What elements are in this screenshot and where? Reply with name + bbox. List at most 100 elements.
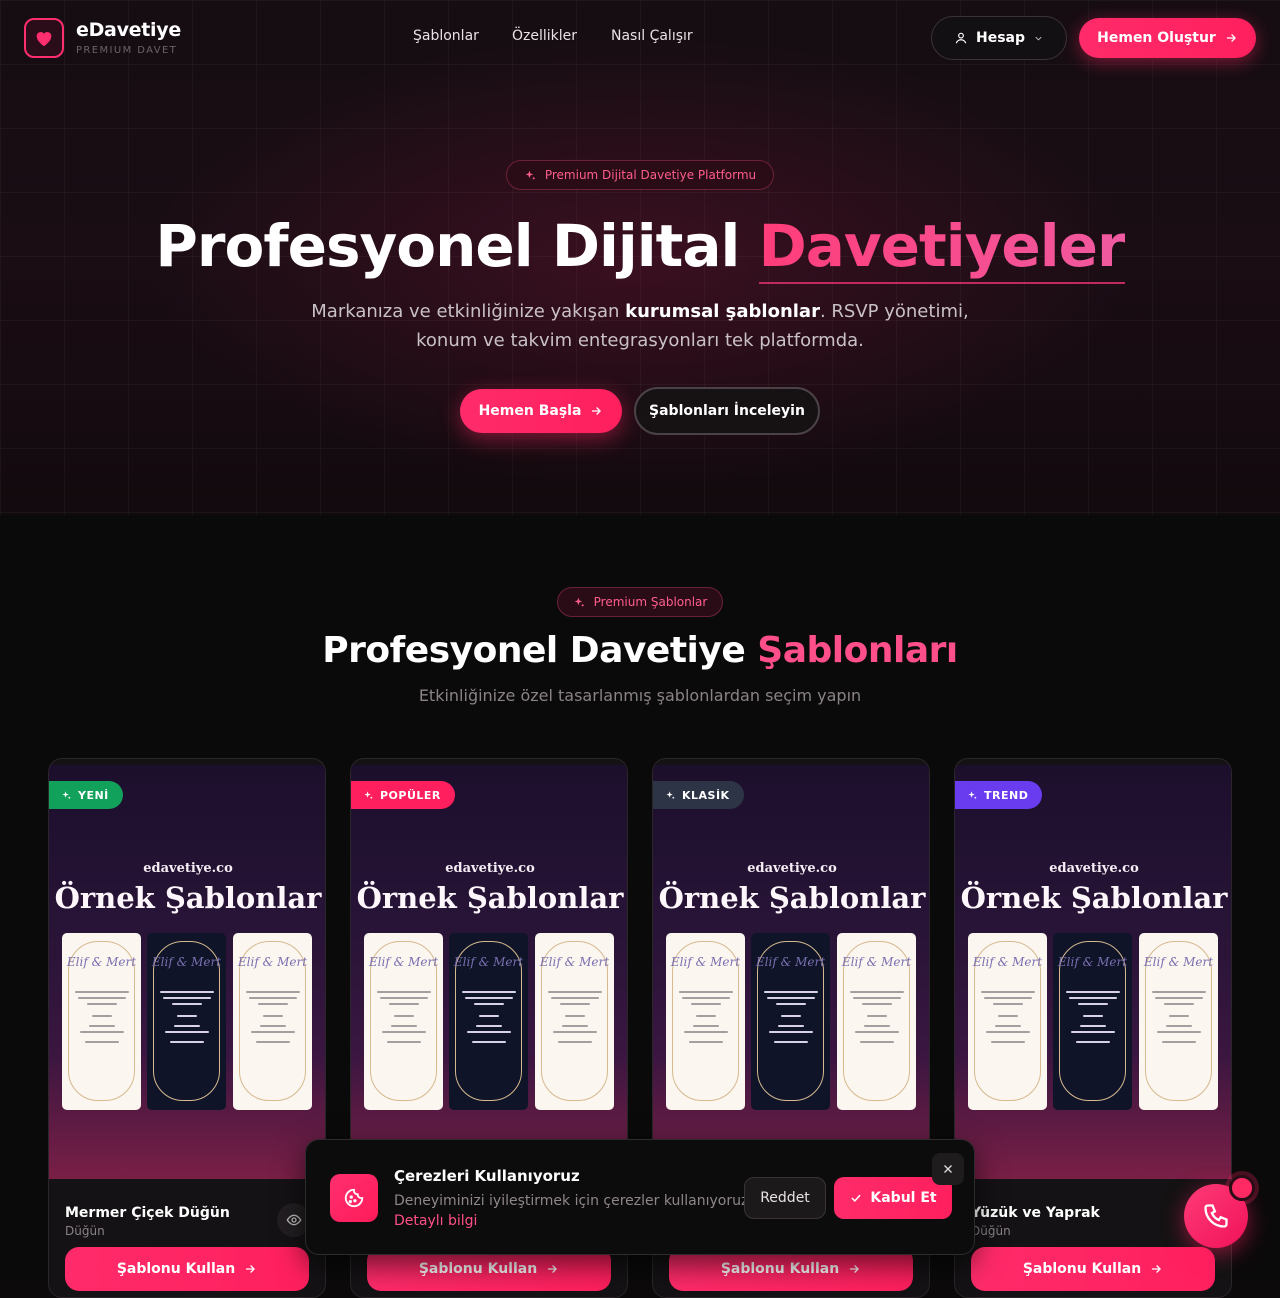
- cookie-icon-box: [330, 1174, 378, 1222]
- close-icon: [944, 1165, 952, 1173]
- sparkles-icon: [574, 597, 585, 607]
- cookie-title: Çerezleri Kullanıyoruz: [394, 1167, 580, 1185]
- mini-couple-names: Elif & Mert: [755, 955, 826, 969]
- notification-dot: [1229, 1175, 1255, 1201]
- mini-text-lines: [374, 987, 433, 1047]
- nav-how-it-works[interactable]: Nasıl Çalışır: [611, 28, 693, 44]
- preview-heading: Örnek Şablonlar: [658, 881, 926, 915]
- mini-couple-names: Elif & Mert: [1057, 955, 1128, 969]
- logo[interactable]: [24, 18, 64, 58]
- eye-icon: [286, 1214, 302, 1226]
- nav-templates[interactable]: Şablonlar: [413, 28, 479, 44]
- mini-invitation-preview: Elif & Mert: [666, 933, 745, 1110]
- template-preview[interactable]: POPÜLER edavetiye.co Örnek Şablonlar Elif &…: [351, 765, 627, 1179]
- use-template-label: Şablonu Kullan: [418, 1261, 538, 1277]
- mini-text-lines: [72, 987, 131, 1047]
- template-badge: YENİ: [49, 781, 123, 809]
- cookie-details-link[interactable]: Detaylı bilgi: [394, 1213, 477, 1229]
- chevron-down-icon: [1035, 36, 1042, 41]
- mini-invitation-preview: Elif & Mert: [1139, 933, 1218, 1110]
- mini-couple-names: Elif & Mert: [670, 955, 741, 969]
- sparkles-icon: [62, 790, 71, 799]
- mini-invitation-preview: Elif & Mert: [62, 933, 141, 1110]
- mini-couple-names: Elif & Mert: [453, 955, 524, 969]
- arrow-right-icon: [246, 1265, 256, 1273]
- mini-text-lines: [847, 987, 906, 1047]
- browse-templates-button[interactable]: Şablonları İnceleyin: [634, 387, 820, 435]
- hero-title: Profesyonel Dijital Davetiyeler: [0, 212, 1280, 284]
- mini-couple-names: Elif & Mert: [1143, 955, 1214, 969]
- mini-couple-names: Elif & Mert: [151, 955, 222, 969]
- templates-pill: Premium Şablonlar: [557, 587, 723, 617]
- arrow-right-icon: [548, 1265, 558, 1273]
- user-icon: [955, 32, 967, 44]
- preview-heading: Örnek Şablonlar: [356, 881, 624, 915]
- mini-text-lines: [243, 987, 302, 1047]
- template-card[interactable]: YENİ edavetiye.co Örnek Şablonlar Elif & Me…: [48, 758, 326, 1298]
- mini-couple-names: Elif & Mert: [841, 955, 912, 969]
- mini-invitation-preview: Elif & Mert: [751, 933, 830, 1110]
- mini-invitation-preview: Elif & Mert: [233, 933, 312, 1110]
- create-now-button[interactable]: Hemen Oluştur: [1079, 18, 1256, 58]
- hero-title-accent: Davetiyeler: [758, 212, 1126, 284]
- use-template-label: Şablonu Kullan: [116, 1261, 236, 1277]
- badge-label: POPÜLER: [380, 788, 441, 802]
- account-label: Hesap: [975, 30, 1025, 46]
- mini-couple-names: Elif & Mert: [368, 955, 439, 969]
- reject-cookies-button[interactable]: Reddet: [744, 1177, 826, 1219]
- mini-invitation-preview: Elif & Mert: [449, 933, 528, 1110]
- start-now-label: Hemen Başla: [478, 403, 582, 419]
- sparkles-icon: [666, 790, 675, 799]
- brand-name: eDavetiye: [76, 19, 181, 41]
- template-preview[interactable]: TREND edavetiye.co Örnek Şablonlar Elif & M…: [955, 765, 1231, 1179]
- use-template-button[interactable]: Şablonu Kullan: [65, 1247, 309, 1291]
- mini-couple-names: Elif & Mert: [972, 955, 1043, 969]
- hero-pill: Premium Dijital Davetiye Platformu: [506, 160, 774, 190]
- create-now-label: Hemen Oluştur: [1097, 30, 1216, 46]
- mini-invitation-preview: Elif & Mert: [535, 933, 614, 1110]
- mini-text-lines: [676, 987, 735, 1047]
- start-now-button[interactable]: Hemen Başla: [460, 389, 622, 433]
- cookie-icon: [344, 1188, 364, 1208]
- template-preview[interactable]: YENİ edavetiye.co Örnek Şablonlar Elif & Me…: [49, 765, 325, 1179]
- account-button[interactable]: Hesap: [931, 16, 1067, 60]
- arrow-right-icon: [1152, 1265, 1162, 1273]
- use-template-label: Şablonu Kullan: [720, 1261, 840, 1277]
- mini-text-lines: [1063, 987, 1122, 1047]
- use-template-label: Şablonu Kullan: [1022, 1261, 1142, 1277]
- mini-invitation-preview: Elif & Mert: [837, 933, 916, 1110]
- template-name: Yüzük ve Yaprak: [971, 1205, 1100, 1221]
- preview-site: edavetiye.co: [1049, 861, 1139, 876]
- close-cookie-button[interactable]: [932, 1153, 964, 1185]
- use-template-button[interactable]: Şablonu Kullan: [971, 1247, 1215, 1291]
- preview-heading: Örnek Şablonlar: [54, 881, 322, 915]
- mini-invitation-preview: Elif & Mert: [968, 933, 1047, 1110]
- mini-couple-names: Elif & Mert: [66, 955, 137, 969]
- preview-site: edavetiye.co: [445, 861, 535, 876]
- preview-site: edavetiye.co: [747, 861, 837, 876]
- badge-label: YENİ: [78, 788, 109, 802]
- mini-couple-names: Elif & Mert: [237, 955, 308, 969]
- arrow-right-icon: [592, 407, 602, 415]
- heart-icon: [36, 32, 52, 47]
- nav-features[interactable]: Özellikler: [512, 28, 577, 44]
- badge-label: TREND: [984, 788, 1029, 802]
- preview-heading: Örnek Şablonlar: [960, 881, 1228, 915]
- templates-pill-label: Premium Şablonlar: [593, 595, 708, 609]
- arrow-right-icon: [850, 1265, 860, 1273]
- arrow-right-icon: [1226, 34, 1236, 42]
- browse-templates-label: Şablonları İnceleyin: [649, 403, 805, 419]
- sparkles-icon: [525, 170, 536, 180]
- mini-invitation-preview: Elif & Mert: [147, 933, 226, 1110]
- brand-tagline: PREMIUM DAVET: [76, 45, 178, 56]
- mini-invitation-preview: Elif & Mert: [1053, 933, 1132, 1110]
- mini-text-lines: [978, 987, 1037, 1047]
- sparkles-icon: [968, 790, 977, 799]
- template-category: Düğün: [971, 1224, 1011, 1238]
- check-icon: [851, 1194, 862, 1203]
- template-category: Düğün: [65, 1224, 105, 1238]
- templates-title: Profesyonel Davetiye Şablonları: [322, 630, 958, 671]
- reject-label: Reddet: [760, 1190, 810, 1206]
- template-name: Mermer Çiçek Düğün: [65, 1205, 230, 1221]
- template-preview[interactable]: KLASİK edavetiye.co Örnek Şablonlar Elif & …: [653, 765, 929, 1179]
